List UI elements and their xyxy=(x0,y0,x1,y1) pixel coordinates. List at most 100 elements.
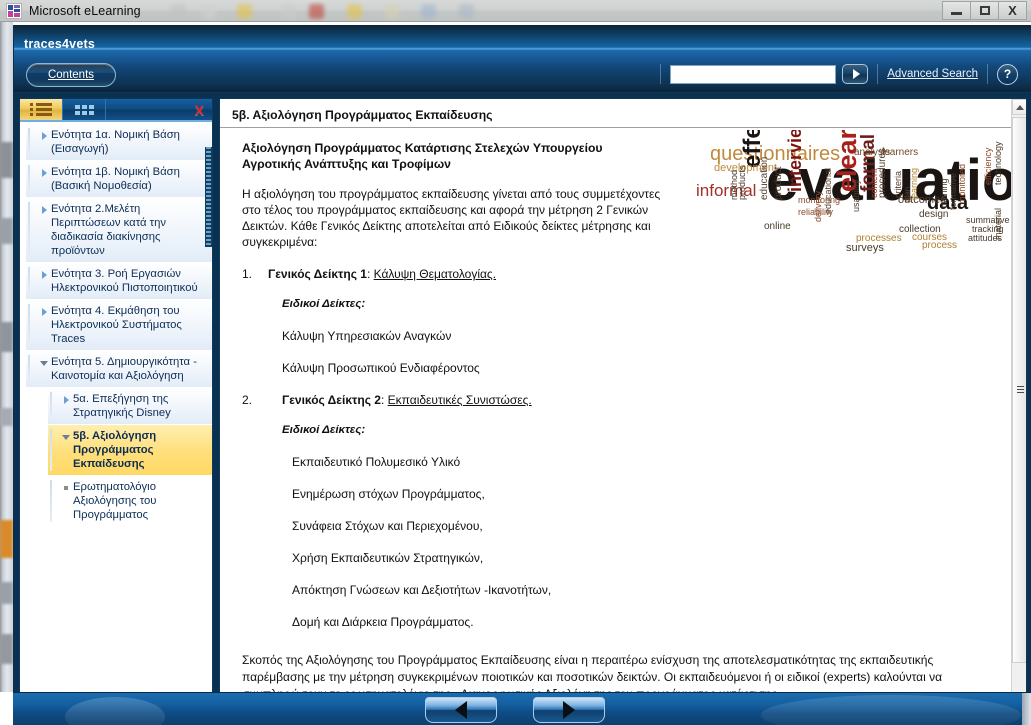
search-input[interactable] xyxy=(670,64,837,84)
sidebar-close-button[interactable]: X xyxy=(195,99,204,120)
maximize-button[interactable] xyxy=(970,1,999,20)
contents-sidebar: X Ενότητα 1α. Νομική Βάση (Εισαγωγή) Ενό… xyxy=(19,98,213,718)
wordcloud-word: interviews xyxy=(785,130,805,192)
indicator-2-colon: : xyxy=(380,393,385,407)
next-arrow-icon xyxy=(563,701,575,719)
search-area: Advanced Search ? xyxy=(651,61,1018,87)
tree-gutter xyxy=(26,304,40,346)
tree-item-0[interactable]: Ενότητα 1α. Νομική Βάση (Εισαγωγή) xyxy=(26,124,212,161)
search-submit-button[interactable] xyxy=(842,64,869,84)
tree-item-label: Ενότητα 5. Δημιουργικότητα - Καινοτομία … xyxy=(51,356,197,382)
tree-item-1[interactable]: Ενότητα 1β. Νομική Βάση (Βασική Νομοθεσί… xyxy=(26,161,212,198)
previous-arrow-icon xyxy=(455,701,467,719)
tree-gutter xyxy=(48,480,62,522)
sidebar-toolbar: X xyxy=(20,99,212,122)
help-button[interactable]: ? xyxy=(997,63,1018,85)
tree-gutter xyxy=(26,165,40,193)
tree-item-8[interactable]: Ερωτηματολόγιο Αξιολόγησης του Προγράμμα… xyxy=(48,476,212,527)
tree-item-6[interactable]: 5α. Επεξήγηση της Στρατηγικής Disney xyxy=(48,388,212,425)
wordcloud-word: content xyxy=(869,168,879,198)
tree-item-label: 5β. Αξιολόγηση Προγράμματος Εκπαίδευσης xyxy=(73,430,157,470)
wordcloud-word: design xyxy=(919,209,949,220)
wordcloud-word: learning xyxy=(909,167,919,200)
wordcloud-word: usability xyxy=(851,179,861,212)
indicator-2-subitem-3: Χρήση Εκπαιδευτικών Στρατηγικών, xyxy=(292,551,484,565)
tree-gutter xyxy=(26,355,40,383)
scrollbar-grip-icon xyxy=(1017,386,1024,394)
separator-right xyxy=(987,64,988,84)
tree-scrollbar[interactable] xyxy=(205,147,212,247)
tree-item-3[interactable]: Ενότητα 3. Ροή Εργασιών Ηλεκτρονικού Πισ… xyxy=(26,263,212,300)
indicator-1-colon: : xyxy=(366,267,371,281)
tree-item-2[interactable]: Ενότητα 2.Μελέτη Περιπτώσεων κατά την δι… xyxy=(26,198,212,263)
tree-item-label: Ενότητα 4. Εκμάθηση του Ηλεκτρονικού Συσ… xyxy=(51,305,182,345)
indicator-1-sub-heading: Ειδικοί Δείκτες: xyxy=(282,298,366,310)
scrollbar-thumb[interactable] xyxy=(1012,117,1026,663)
grid-view-icon xyxy=(74,104,94,115)
indicator-2-sub-heading: Ειδικοί Δείκτες: xyxy=(282,424,366,436)
app-header: traces4vets Contents Advanced Search ? xyxy=(14,25,1031,93)
scroll-up-button[interactable] xyxy=(1012,99,1026,115)
tree-gutter xyxy=(48,429,62,471)
wordcloud-word: products xyxy=(737,165,747,200)
tree-item-5[interactable]: Ενότητα 5. Δημιουργικότητα - Καινοτομία … xyxy=(26,351,212,388)
title-bar: Microsoft eLearning X xyxy=(0,0,1031,22)
wordcloud-word: product xyxy=(773,166,784,200)
contents-button[interactable]: Contents xyxy=(26,63,116,87)
wordcloud-word: online xyxy=(764,221,791,232)
wordcloud-word: process xyxy=(922,240,958,251)
wordcloud-word: delivery xyxy=(813,190,823,222)
footer-swoop-right xyxy=(761,695,1021,725)
indicator-1-subitem-0: Κάλυψη Υπηρεσιακών Αναγκών xyxy=(282,329,452,343)
indicator-1-label: Γενικός Δείκτης 1 xyxy=(268,267,367,281)
wordcloud-word: material xyxy=(993,207,1003,240)
indicator-2-link[interactable]: Εκπαιδευτικές Συνιστώσες. xyxy=(388,393,532,407)
tree-item-7-selected[interactable]: 5β. Αξιολόγηση Προγράμματος Εκπαίδευσης xyxy=(48,425,212,476)
previous-page-button[interactable] xyxy=(425,697,497,723)
os-window: Microsoft eLearning X traces4vets Conten… xyxy=(0,0,1031,725)
tree-item-label: Ενότητα 1α. Νομική Βάση (Εισαγωγή) xyxy=(51,129,180,155)
tree-gutter xyxy=(48,392,62,420)
indicator-1-link[interactable]: Κάλυψη Θεματολογίας. xyxy=(374,267,496,281)
next-page-button[interactable] xyxy=(533,697,605,723)
content-heading: Αξιολόγηση Προγράμματος Κατάρτισης Στελε… xyxy=(242,141,603,171)
tree-gutter xyxy=(26,267,40,295)
close-button[interactable]: X xyxy=(998,1,1027,20)
minimize-button[interactable] xyxy=(942,1,971,20)
wordcloud-word: informal xyxy=(696,181,757,200)
background-document-edge xyxy=(0,22,13,692)
wordcloud-word: technology xyxy=(993,141,1003,185)
minimize-icon xyxy=(951,11,962,15)
content-panel: 5β. Αξιολόγηση Προγράμματος Εκπαίδευσης … xyxy=(219,98,1027,718)
tree-item-label: Ενότητα 1β. Νομική Βάση (Βασική Νομοθεσί… xyxy=(51,166,180,192)
maximize-icon xyxy=(979,6,990,15)
evaluation-word-cloud-image: evaluationquestionnairesinformaleffectiv… xyxy=(694,130,1012,288)
indicator-2-number: 2. xyxy=(242,393,253,407)
wordcloud-word: monitored xyxy=(957,163,967,204)
wordcloud-word: questionnaires xyxy=(710,143,841,165)
grid-view-tab[interactable] xyxy=(63,99,106,120)
tree-gutter xyxy=(26,128,40,156)
tree-item-4[interactable]: Ενότητα 4. Εκμάθηση του Ηλεκτρονικού Συσ… xyxy=(26,300,212,351)
wordcloud-word: surveys xyxy=(846,242,884,254)
advanced-search-link[interactable]: Advanced Search xyxy=(887,68,978,80)
wordcloud-word: education xyxy=(759,156,770,200)
indicator-2-subitem-0: Εκπαιδευτικό Πολυμεσικό Υλικό xyxy=(292,455,461,469)
window-controls[interactable]: X xyxy=(942,1,1027,20)
titlebar-ghost-icons xyxy=(141,1,1031,21)
indicator-2-subitem-5: Δομή και Διάρκεια Προγράμματος. xyxy=(292,615,474,629)
contents-button-label: Contents xyxy=(47,69,95,81)
tree-item-label: Ενότητα 2.Μελέτη Περιπτώσεων κατά την δι… xyxy=(51,203,167,257)
indicator-2-row: 2. Γενικός Δείκτης 2: Εκπαιδευτικές Συνι… xyxy=(242,392,712,408)
content-scrollbar[interactable] xyxy=(1011,99,1026,717)
footer-right-edge xyxy=(1022,693,1031,725)
elearning-app: traces4vets Contents Advanced Search ? X… xyxy=(13,25,1031,725)
content-intro-paragraph: Η αξιολόγηση του προγράμματος εκπαίδευση… xyxy=(242,187,661,249)
tree-item-label: 5α. Επεξήγηση της Στρατηγικής Disney xyxy=(73,393,171,419)
tree-gutter xyxy=(26,202,40,258)
list-view-tab[interactable] xyxy=(20,99,63,120)
play-arrow-icon xyxy=(852,69,860,79)
page-title: 5β. Αξιολόγηση Προγράμματος Εκπαίδευσης xyxy=(220,108,1026,128)
footer-swoop-left xyxy=(65,697,165,725)
indicator-2-subitem-4: Απόκτηση Γνώσεων και Δεξιοτήτων -Ικανοτή… xyxy=(292,583,552,597)
